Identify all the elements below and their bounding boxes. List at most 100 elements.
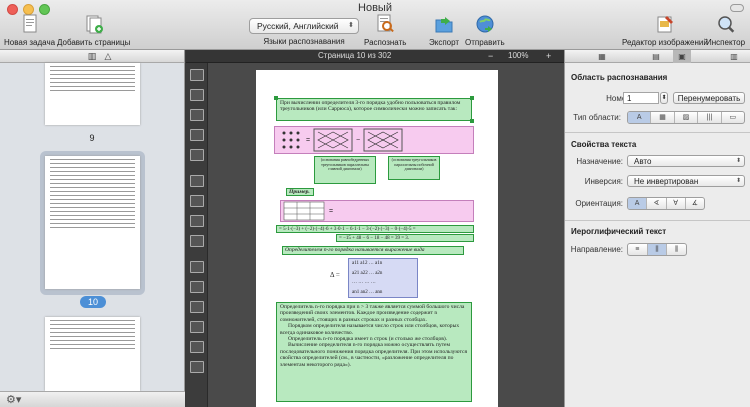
merge-cells-tool-icon[interactable] (190, 321, 204, 333)
matrix-row-2: a21 a22 … a2n (352, 270, 383, 276)
text-area-body[interactable]: Определитель n-го порядка при n > 3 такж… (276, 302, 472, 402)
chevron-updown-icon: ⬍ (735, 178, 741, 184)
matrix-table-area-2[interactable]: a11 a12 … a1n a21 a22 … a2n … … … … an1 … (348, 258, 418, 298)
area-handle[interactable] (470, 96, 474, 100)
delete-area-tool-icon[interactable] (190, 195, 204, 207)
recognize-button[interactable]: Распознать (364, 14, 406, 47)
new-task-label: Новая задача (4, 38, 56, 47)
horizontal-direction-icon[interactable]: ≡ (628, 244, 648, 255)
barcode-area-type-icon[interactable]: ||| (698, 112, 722, 123)
add-column-tool-icon[interactable] (190, 281, 204, 293)
calc-line-1[interactable]: = 5·1·(−3) + (−2)·(−4)·6 + 3·0·1 − 6·1·1… (276, 225, 474, 233)
triangle-diagram-icon: = − (282, 128, 403, 152)
example-area[interactable]: Пример. (286, 188, 314, 196)
text-area-tool-icon[interactable] (190, 69, 204, 81)
zoom-level[interactable]: 100% (508, 51, 528, 60)
send-button[interactable]: Отправить (465, 14, 505, 47)
export-icon (435, 17, 453, 33)
page-thumbnail-10[interactable] (45, 156, 140, 289)
image-tab-icon[interactable]: ▦ (593, 50, 611, 63)
select-tool-icon[interactable] (190, 175, 204, 187)
table-area-type-icon[interactable]: ▦ (651, 112, 675, 123)
vertical-direction-right-icon[interactable]: ⫼ (667, 244, 686, 255)
calc-line-2[interactable]: = −15 + 48 − 6 − 18 − 48 = 39 = 3. (336, 234, 474, 242)
image-editor-button[interactable]: Редактор изображений (622, 14, 708, 47)
languages-select[interactable]: Русский, Английский ⬍ (249, 18, 359, 34)
add-row-tool-icon[interactable] (190, 261, 204, 273)
purpose-value: Авто (634, 157, 652, 166)
inversion-value: Не инвертирован (634, 177, 699, 186)
area-handle[interactable] (470, 119, 474, 123)
document-page[interactable]: При вычислении определителя 3-го порядка… (256, 70, 498, 407)
sidebar-footer: ⚙▾ (0, 391, 185, 407)
separator-tool-icon[interactable] (190, 301, 204, 313)
text-tab-icon[interactable]: ▤ (647, 50, 665, 63)
pages-sidebar: ▥ △ 9 10 ⚙▾ (0, 50, 185, 407)
barcode-area-tool-icon[interactable] (190, 129, 204, 141)
delta-symbol: Δ = (330, 271, 340, 279)
table-tab-icon[interactable]: ▥ (725, 50, 743, 63)
area-tab-icon[interactable]: ▣ (673, 50, 691, 63)
table-area-tool-icon[interactable] (190, 89, 204, 101)
add-area-tool-icon[interactable] (190, 215, 204, 227)
inversion-select[interactable]: Не инвертирован ⬍ (627, 175, 745, 187)
add-pages-button[interactable]: Добавить страницы (57, 14, 130, 47)
caption-area-1[interactable]: (основания равнобедренных треугольников … (314, 156, 376, 184)
page-indicator: Страница 10 из 302 (318, 51, 392, 60)
picture-area-tool-icon[interactable] (190, 109, 204, 121)
zoom-in-button[interactable]: + (546, 51, 551, 61)
orientation-normal-icon[interactable]: A (628, 198, 648, 209)
area-type-segmented[interactable]: A ▦ ▨ ||| ▭ (627, 111, 745, 124)
chevron-updown-icon: ⬍ (348, 22, 354, 29)
vertical-direction-left-icon[interactable]: ⫼ (647, 244, 668, 255)
send-icon (476, 15, 494, 33)
inspector-button[interactable]: Инспектор (706, 14, 745, 47)
zoom-out-button[interactable]: − (488, 51, 493, 61)
area-number-field[interactable]: 1 (623, 92, 659, 104)
add-pages-icon (86, 15, 103, 34)
definition-area[interactable]: Определителем n-го порядка называется вы… (282, 246, 464, 255)
export-button[interactable]: Экспорт (429, 14, 459, 47)
add-pages-label: Добавить страницы (57, 38, 131, 47)
cjk-text-title: Иероглифический текст (571, 227, 667, 236)
caption-area-2[interactable]: (основания треугольников параллельны поб… (388, 156, 440, 180)
new-task-button[interactable]: Новая задача (4, 14, 55, 47)
split-cells-tool-icon[interactable] (190, 341, 204, 353)
new-task-icon (23, 14, 37, 33)
text-overlay-tool-icon[interactable] (190, 361, 204, 373)
languages-value: Русский, Английский (257, 21, 339, 31)
area-type-label: Тип области: (573, 113, 621, 122)
pages-view-tab[interactable]: ▥ (84, 50, 100, 63)
orientation-rotate-right-icon[interactable]: ∡ (686, 198, 704, 209)
orientation-rotate-left-icon[interactable]: ∢ (647, 198, 667, 209)
picture-area-type-icon[interactable]: ▨ (675, 112, 699, 123)
orientation-rotate-180-icon[interactable]: ∀ (667, 198, 686, 209)
send-label: Отправить (465, 38, 505, 47)
number-stepper[interactable]: ⬍ (660, 92, 668, 104)
toolbar-toggle-button[interactable] (730, 4, 744, 12)
text-area-1[interactable]: При вычислении определителя 3-го порядка… (276, 98, 472, 121)
body-paragraph-2: Порядком определителя называется число с… (280, 323, 460, 336)
app-window: Новый Новая задача Добавить страницы Рус… (0, 0, 750, 407)
page-thumbnail-9[interactable] (45, 63, 140, 125)
recognition-area-title: Область распознавания (571, 73, 668, 82)
purpose-select[interactable]: Авто ⬍ (627, 155, 745, 167)
recognize-icon (377, 14, 395, 33)
warning-icon[interactable]: △ (100, 50, 116, 63)
area-handle[interactable] (274, 96, 278, 100)
direction-label: Направление: (570, 245, 623, 254)
renumber-button[interactable]: Перенумеровать (673, 92, 745, 104)
orientation-segmented[interactable]: A ∢ ∀ ∡ (627, 197, 705, 210)
recognize-label: Распознать (364, 38, 407, 47)
background-area-type-icon[interactable]: ▭ (722, 112, 744, 123)
inversion-label: Инверсия: (584, 177, 623, 186)
background-area-tool-icon[interactable] (190, 149, 204, 161)
gear-icon[interactable]: ⚙▾ (6, 393, 21, 406)
direction-segmented[interactable]: ≡ ⫼ ⫼ (627, 243, 687, 256)
chevron-updown-icon: ⬍ (735, 158, 741, 164)
cut-area-tool-icon[interactable] (190, 235, 204, 247)
page-thumbnail-11[interactable] (45, 317, 140, 391)
text-area-type-icon[interactable]: A (628, 112, 652, 123)
svg-text:=: = (306, 137, 310, 144)
matrix-row-1: a11 a12 … a1n (352, 261, 383, 266)
